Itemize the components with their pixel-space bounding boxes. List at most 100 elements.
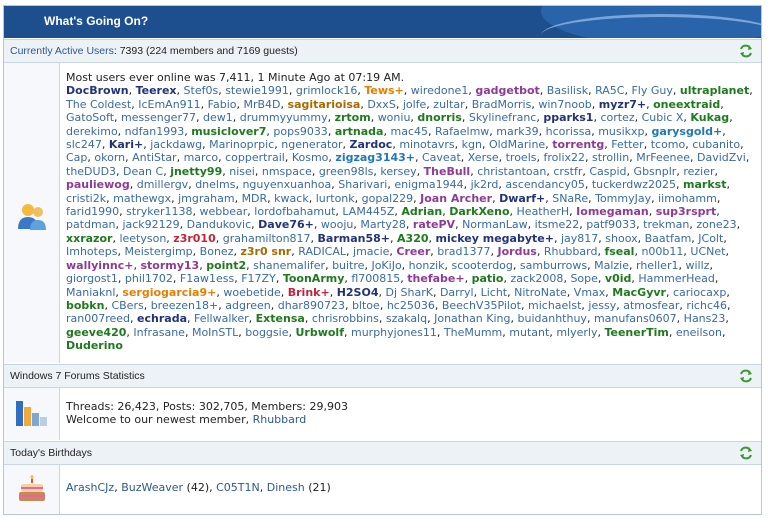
online-user-link[interactable]: Licht: [481, 286, 508, 299]
online-user-link[interactable]: coppertrail: [225, 151, 285, 164]
online-user-link[interactable]: H2SO4: [337, 286, 379, 299]
online-user-link[interactable]: Xerse: [468, 151, 499, 164]
online-user-link[interactable]: Maniaknl: [66, 286, 115, 299]
online-user-link[interactable]: kersey: [380, 165, 416, 178]
online-user-link[interactable]: ultraplanet: [680, 84, 749, 97]
online-user-link[interactable]: TheMumm: [444, 326, 502, 339]
online-user-link[interactable]: OldMarine: [489, 138, 545, 151]
online-user-link[interactable]: slc247: [66, 138, 102, 151]
online-user-link[interactable]: eneilson: [676, 326, 722, 339]
online-user-link[interactable]: dew1: [203, 111, 233, 124]
online-user-link[interactable]: cristi2k: [66, 192, 106, 205]
online-user-link[interactable]: Cap: [66, 151, 87, 164]
online-user-link[interactable]: woebetide: [223, 286, 280, 299]
online-user-link[interactable]: BradMorris: [472, 98, 532, 111]
online-user-link[interactable]: dmillergv: [137, 178, 188, 191]
online-user-link[interactable]: zigzag3143+: [335, 151, 415, 164]
online-user-link[interactable]: UCNet: [690, 245, 725, 258]
online-user-link[interactable]: Marinoprpic: [209, 138, 274, 151]
online-user-link[interactable]: farid1990: [66, 205, 119, 218]
online-user-link[interactable]: richc46: [686, 299, 727, 312]
online-user-link[interactable]: RA5C: [595, 84, 624, 97]
online-user-link[interactable]: Kosmo: [292, 151, 329, 164]
online-user-link[interactable]: Dandukovic: [187, 218, 251, 231]
online-user-link[interactable]: pparks1: [543, 111, 593, 124]
online-user-link[interactable]: NitroNate: [514, 286, 567, 299]
online-user-link[interactable]: hcorissa: [546, 125, 592, 138]
online-user-link[interactable]: jmacie: [353, 245, 389, 258]
online-user-link[interactable]: patf9033: [586, 218, 636, 231]
online-user-link[interactable]: markst: [683, 178, 726, 191]
online-user-link[interactable]: mlyerly: [556, 326, 597, 339]
online-user-link[interactable]: F17ZY: [241, 272, 276, 285]
online-user-link[interactable]: grimlock16: [296, 84, 357, 97]
online-user-link[interactable]: Zardoc: [350, 138, 393, 151]
online-user-link[interactable]: adgreen: [225, 299, 271, 312]
online-user-link[interactable]: NormanLaw: [462, 218, 528, 231]
online-user-link[interactable]: enigma1944: [394, 178, 463, 191]
online-user-link[interactable]: Dave76+: [258, 218, 314, 231]
online-user-link[interactable]: DarkXeno: [449, 205, 509, 218]
online-user-link[interactable]: ran007reed: [66, 312, 130, 325]
online-user-link[interactable]: scooterdog: [452, 259, 513, 272]
online-user-link[interactable]: Kari+: [109, 138, 143, 151]
online-user-link[interactable]: cariocaxp: [673, 286, 726, 299]
online-user-link[interactable]: minotavrs: [399, 138, 454, 151]
online-user-link[interactable]: Infrasane: [133, 326, 185, 339]
online-user-link[interactable]: dhar890723: [278, 299, 345, 312]
online-user-link[interactable]: murphyjones11: [351, 326, 437, 339]
online-user-link[interactable]: TheBull: [424, 165, 471, 178]
newest-member-link[interactable]: Rhubbard: [253, 413, 307, 426]
online-user-link[interactable]: iimohamm: [658, 192, 717, 205]
online-user-link[interactable]: Stef0s: [184, 84, 219, 97]
online-user-link[interactable]: tcomo: [651, 138, 686, 151]
online-user-link[interactable]: mickey megabyte+: [436, 232, 554, 245]
online-user-link[interactable]: szakalq: [386, 312, 427, 325]
online-user-link[interactable]: grahamilton817: [223, 232, 311, 245]
online-user-link[interactable]: Basilisk: [547, 84, 588, 97]
refresh-icon[interactable]: [739, 446, 753, 460]
online-user-link[interactable]: F1aw1ess: [180, 272, 234, 285]
online-user-link[interactable]: theDUD3: [66, 165, 116, 178]
online-user-link[interactable]: mathewgx: [113, 192, 171, 205]
online-user-link[interactable]: The Coldest: [66, 98, 131, 111]
online-user-link[interactable]: ascendancy05: [505, 178, 585, 191]
online-user-link[interactable]: bobkn: [66, 299, 104, 312]
online-user-link[interactable]: ngenerator: [281, 138, 342, 151]
online-user-link[interactable]: Meistergimp: [124, 245, 192, 258]
online-user-link[interactable]: shanemalifer: [253, 259, 325, 272]
online-user-link[interactable]: cubanito: [692, 138, 740, 151]
online-user-link[interactable]: marco: [184, 151, 219, 164]
online-user-link[interactable]: Sope: [570, 272, 597, 285]
online-user-link[interactable]: Imhoteps: [66, 245, 117, 258]
online-user-link[interactable]: xxrazor: [66, 232, 112, 245]
online-user-link[interactable]: gadgetbot: [475, 84, 539, 97]
online-user-link[interactable]: HeatherH: [517, 205, 570, 218]
online-user-link[interactable]: jk2rd: [471, 178, 499, 191]
online-user-link[interactable]: kwack: [274, 192, 309, 205]
online-user-link[interactable]: breezen18+: [151, 299, 219, 312]
online-user-link[interactable]: Malzie: [594, 259, 629, 272]
online-user-link[interactable]: sup3rsprt: [656, 205, 716, 218]
online-user-link[interactable]: geeve420: [66, 326, 126, 339]
online-user-link[interactable]: Vmax: [574, 286, 606, 299]
online-user-link[interactable]: Cubic X: [642, 111, 684, 124]
online-user-link[interactable]: patdman: [66, 218, 115, 231]
online-user-link[interactable]: bltoe: [352, 299, 380, 312]
online-user-link[interactable]: Fetter: [611, 138, 643, 151]
online-user-link[interactable]: hc25036: [387, 299, 435, 312]
online-user-link[interactable]: Bonez: [200, 245, 234, 258]
online-user-link[interactable]: jack92129: [122, 218, 179, 231]
online-user-link[interactable]: samburrows: [520, 259, 587, 272]
online-user-link[interactable]: stewie1991: [225, 84, 289, 97]
online-user-link[interactable]: lordofbahamut: [254, 205, 335, 218]
online-user-link[interactable]: strollin: [592, 151, 629, 164]
online-user-link[interactable]: Creer: [396, 245, 430, 258]
online-user-link[interactable]: MoInSTL: [192, 326, 238, 339]
online-user-link[interactable]: crstfr: [553, 165, 582, 178]
online-user-link[interactable]: stryker1138: [126, 205, 192, 218]
online-user-link[interactable]: Baatfam: [645, 232, 692, 245]
online-user-link[interactable]: fl700815: [351, 272, 400, 285]
online-user-link[interactable]: torrentg: [552, 138, 604, 151]
online-user-link[interactable]: Urbwolf: [295, 326, 344, 339]
